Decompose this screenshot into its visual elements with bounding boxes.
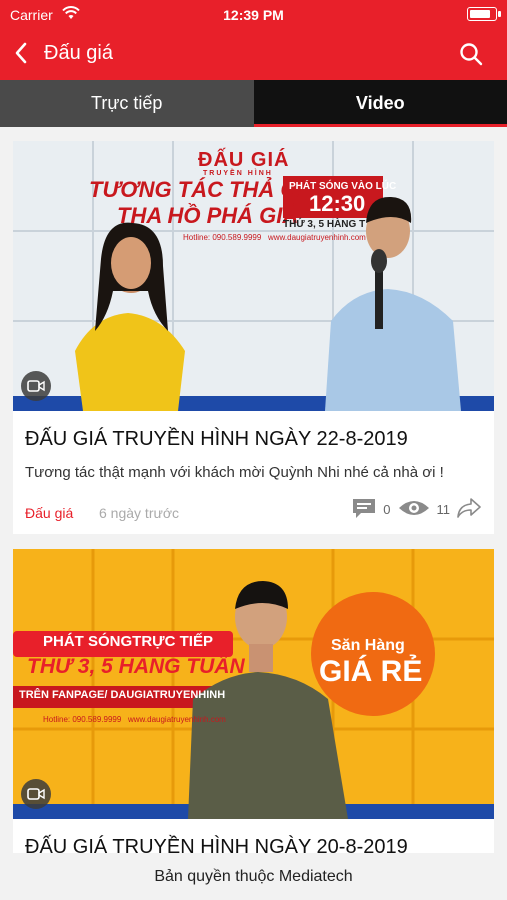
thumbnail-hotline: Hotline: 090.589.9999 <box>43 715 122 724</box>
video-description: Tương tác thật mạnh với khách mời Quỳnh … <box>25 464 444 481</box>
thumbnail-logo: ĐẤU GIÁ <box>198 149 290 171</box>
video-camera-icon[interactable] <box>21 371 51 401</box>
video-thumbnail[interactable]: ĐẤU GIÁ TRUYỀN HÌNH TƯƠNG TÁC THẢ GA THA… <box>13 141 494 411</box>
thumbnail-hotline: Hotline: 090.589.9999 <box>183 233 262 242</box>
video-title[interactable]: ĐẤU GIÁ TRUYỀN HÌNH NGÀY 22-8-2019 <box>25 427 482 451</box>
view-count: 11 <box>436 502 451 517</box>
eye-icon <box>397 498 431 521</box>
video-card[interactable]: PHÁT SÓNGTRỰC TIẾP THỨ 3, 5 HÀNG TUẦN TR… <box>13 549 494 853</box>
video-thumbnail[interactable]: PHÁT SÓNGTRỰC TIẾP THỨ 3, 5 HÀNG TUẦN TR… <box>13 549 494 819</box>
video-card[interactable]: ĐẤU GIÁ TRUYỀN HÌNH TƯƠNG TÁC THẢ GA THA… <box>13 141 494 534</box>
thumbnail-line3: TRÊN FANPAGE/ DAUGIATRUYENHINH <box>19 689 226 701</box>
thumbnail-days: THỨ 3, 5 HÀNG T <box>283 219 366 230</box>
thumbnail-line1: TƯƠNG TÁC THẢ GA <box>89 177 314 202</box>
share-icon[interactable] <box>456 497 482 522</box>
page-title: Đấu giá <box>44 42 113 64</box>
thumbnail-clock: 12:30 <box>309 191 366 216</box>
video-list[interactable]: ĐẤU GIÁ TRUYỀN HÌNH TƯƠNG TÁC THẢ GA THA… <box>0 127 507 853</box>
thumbnail-logo-sub: TRUYỀN HÌNH <box>203 170 273 177</box>
thumbnail-promo-big: GIÁ RẺ <box>319 655 423 688</box>
copyright-footer: Bản quyền thuộc Mediatech <box>0 853 507 900</box>
thumbnail-line2: THA HỒ PHÁ GIÁ <box>117 203 299 228</box>
thumbnail-website: www.daugiatruyenhinh.com <box>128 715 226 724</box>
app-header: Carrier 12:39 PM Đấu giá <box>0 0 507 80</box>
comment-icon[interactable] <box>351 497 377 522</box>
thumbnail-line2: THỨ 3, 5 HÀNG TUẦN <box>27 655 245 678</box>
tab-truc-tiep[interactable]: Trực tiếp <box>0 80 254 127</box>
video-meta: Đấu giá 6 ngày trước 0 11 <box>25 493 482 537</box>
battery-icon <box>467 7 501 21</box>
video-camera-icon[interactable] <box>21 779 51 809</box>
category-link[interactable]: Đấu giá <box>25 505 73 521</box>
status-bar: Carrier 12:39 PM <box>0 0 507 28</box>
thumbnail-website: www.daugiatruyenhinh.com <box>268 233 366 242</box>
stats: 0 11 <box>351 497 482 522</box>
thumbnail-promo-top: Săn Hàng <box>331 637 405 654</box>
video-title[interactable]: ĐẤU GIÁ TRUYỀN HÌNH NGÀY 20-8-2019 <box>25 835 482 853</box>
navbar: Đấu giá <box>0 28 507 80</box>
search-icon[interactable] <box>459 42 485 68</box>
tab-bar: Trực tiếp Video <box>0 80 507 127</box>
clock: 12:39 PM <box>223 7 284 23</box>
back-chevron-icon[interactable] <box>14 42 34 66</box>
comment-count: 0 <box>383 502 391 517</box>
thumbnail-line1: PHÁT SÓNGTRỰC TIẾP <box>43 633 213 650</box>
tab-video[interactable]: Video <box>253 80 507 127</box>
time-ago: 6 ngày trước <box>99 505 180 521</box>
